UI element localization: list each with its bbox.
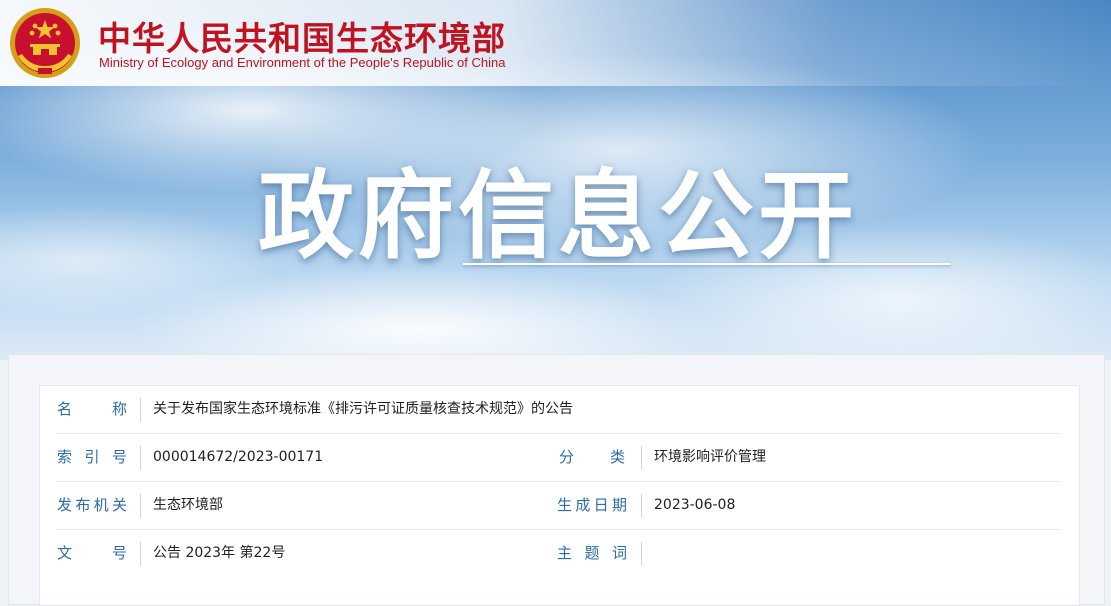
row-separator — [641, 446, 642, 470]
label-char: 成 — [575, 496, 591, 514]
row-separator — [140, 398, 141, 422]
value-name: 关于发布国家生态环境标准《排污许可证质量核查技术规范》的公告 — [153, 401, 573, 417]
row-separator — [641, 494, 642, 518]
info-row-index: 索 引 号 000014672/2023-00171 分 类 环境影响评价管理 — [57, 434, 1061, 482]
label-char: 号 — [111, 448, 127, 466]
label-name: 名 称 — [57, 386, 127, 433]
label-char: 生 — [557, 496, 573, 514]
site-title[interactable]: 中华人民共和国生态环境部 — [98, 12, 506, 60]
label-issuer: 发 布 机 关 — [57, 482, 127, 529]
label-char: 号 — [111, 544, 127, 562]
label-char: 分 — [559, 448, 575, 466]
label-char: 期 — [611, 496, 627, 514]
label-char: 文 — [57, 544, 73, 562]
label-char: 题 — [584, 544, 600, 562]
row-separator — [140, 446, 141, 470]
label-char: 引 — [84, 448, 100, 466]
label-char: 关 — [111, 496, 127, 514]
label-char: 索 — [57, 448, 73, 466]
label-char: 机 — [93, 496, 109, 514]
label-char: 称 — [111, 400, 127, 418]
info-row-doc-no: 文 号 公告 2023年 第22号 主 题 词 — [57, 530, 1061, 577]
site-header: 中华人民共和国生态环境部 Ministry of Ecology and Env… — [0, 0, 1111, 86]
label-char: 布 — [75, 496, 91, 514]
row-separator — [641, 542, 642, 566]
hero-title: 政府信息公开 — [258, 160, 858, 272]
info-card: 名 称 关于发布国家生态环境标准《排污许可证质量核查技术规范》的公告 索 引 号… — [39, 385, 1080, 606]
value-issuer: 生态环境部 — [153, 497, 223, 513]
site-subtitle: Ministry of Ecology and Environment of t… — [99, 55, 506, 70]
label-char: 词 — [611, 544, 627, 562]
info-row-name: 名 称 关于发布国家生态环境标准《排污许可证质量核查技术规范》的公告 — [57, 386, 1061, 434]
label-category: 分 类 — [559, 434, 625, 481]
row-separator — [140, 542, 141, 566]
label-char: 类 — [609, 448, 625, 466]
row-separator — [140, 494, 141, 518]
value-category: 环境影响评价管理 — [654, 449, 766, 465]
label-index-no: 索 引 号 — [57, 434, 127, 481]
content-panel: 名 称 关于发布国家生态环境标准《排污许可证质量核查技术规范》的公告 索 引 号… — [8, 354, 1105, 606]
info-row-issuer: 发 布 机 关 生态环境部 生 成 日 期 2023-06-08 — [57, 482, 1061, 530]
label-doc-no: 文 号 — [57, 530, 127, 577]
label-date: 生 成 日 期 — [557, 482, 627, 529]
value-date: 2023-06-08 — [654, 497, 736, 513]
label-char: 名 — [57, 400, 73, 418]
national-emblem-icon[interactable] — [8, 6, 82, 80]
label-char: 发 — [57, 496, 73, 514]
value-doc-no: 公告 2023年 第22号 — [153, 545, 286, 561]
label-char: 日 — [593, 496, 609, 514]
hero-divider — [463, 263, 951, 265]
value-index-no: 000014672/2023-00171 — [153, 449, 324, 465]
label-subject: 主 题 词 — [557, 530, 627, 577]
label-char: 主 — [557, 544, 573, 562]
